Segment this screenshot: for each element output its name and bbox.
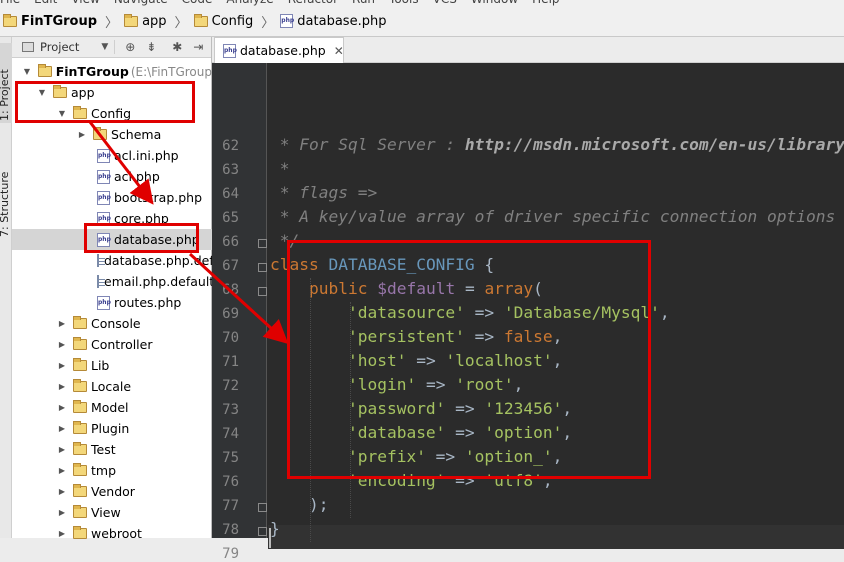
- annotation-arrow-to-file: [88, 121, 154, 205]
- annotation-arrows: [88, 121, 289, 345]
- annotation-arrow-to-code: [188, 252, 289, 345]
- line-number: 79: [222, 546, 239, 562]
